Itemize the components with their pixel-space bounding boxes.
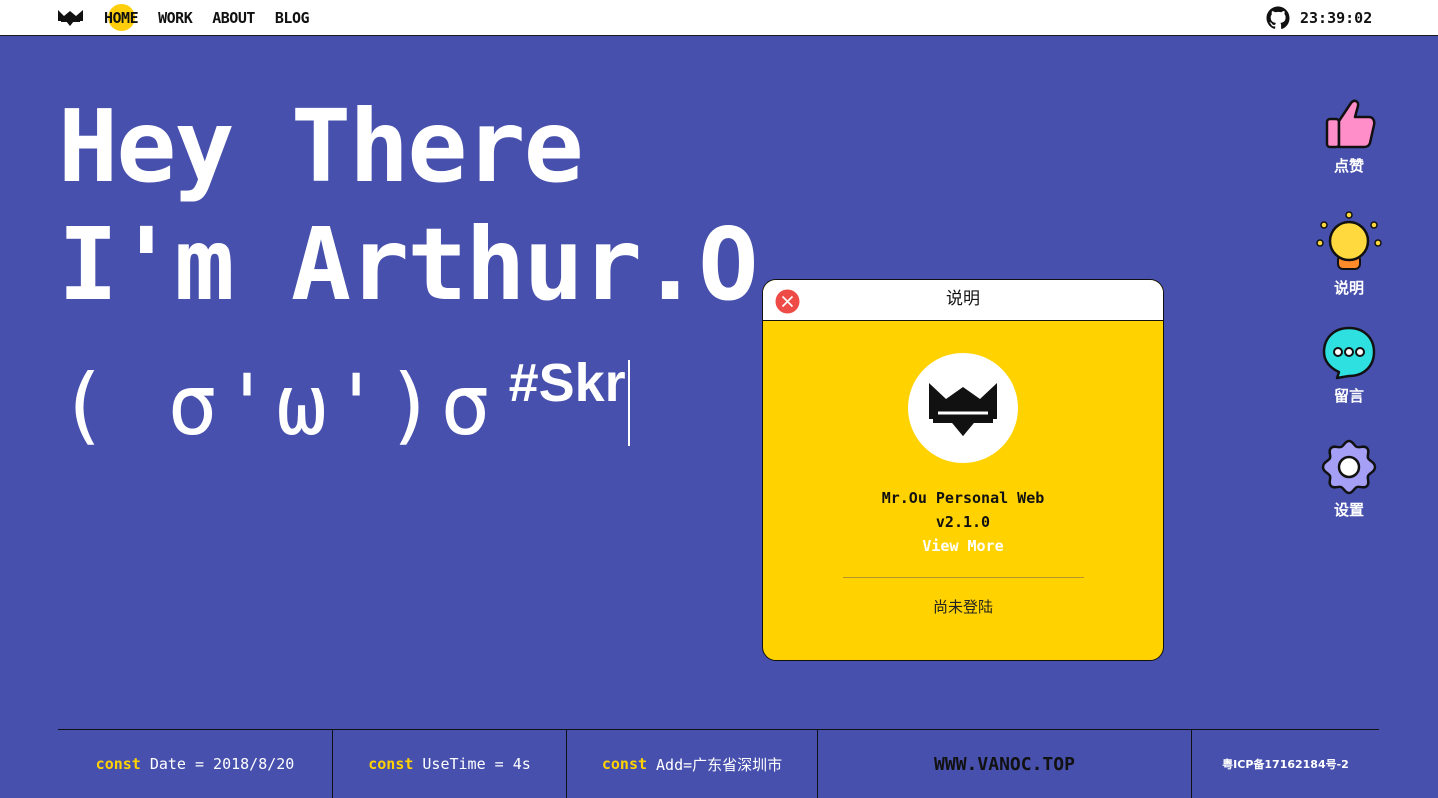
kaomoji: ( σ'ω')σ — [58, 356, 495, 454]
dialog-header: 说明 — [763, 280, 1163, 321]
nav-item-work[interactable]: WORK — [158, 9, 193, 27]
side-item-settings[interactable]: 设置 — [1316, 439, 1382, 553]
nav-item-label: WORK — [158, 9, 193, 27]
footer-icp: 粤ICP备17162184号-2 — [1192, 730, 1379, 798]
text-caret — [627, 360, 630, 446]
site-name: Mr.Ou Personal Web — [881, 489, 1045, 507]
usetime-text: UseTime = 4s — [422, 755, 531, 773]
login-status[interactable]: 尚未登陆 — [763, 596, 1163, 617]
divider — [843, 577, 1084, 578]
const-keyword: const — [368, 755, 414, 773]
hero-line-3: ( σ'ω')σ #Skr — [58, 324, 756, 464]
address-text: Add=广东省深圳市 — [656, 755, 783, 774]
view-more-link[interactable]: View More — [763, 537, 1163, 555]
side-item-label: 设置 — [1333, 501, 1364, 519]
nav-item-blog[interactable]: BLOG — [274, 9, 310, 27]
icp-license-link[interactable]: 粤ICP备17162184号-2 — [1222, 756, 1349, 772]
close-icon[interactable] — [775, 289, 800, 314]
const-keyword: const — [95, 755, 141, 773]
gear-icon — [1321, 439, 1377, 495]
side-item-message[interactable]: 留言 — [1316, 325, 1382, 439]
bat-logo-icon[interactable] — [58, 8, 83, 28]
thumbs-up-icon — [1325, 99, 1376, 149]
site-url-link[interactable]: WWW.VANOC.TOP — [934, 754, 1075, 775]
nav-item-label: HOME — [104, 9, 139, 27]
date-text: Date = 2018/8/20 — [149, 755, 295, 773]
hero-line-2: I'm Arthur.O — [58, 206, 758, 323]
side-item-label: 留言 — [1333, 387, 1364, 405]
avatar — [908, 353, 1018, 463]
footer: const Date = 2018/8/20 const UseTime = 4… — [58, 729, 1379, 798]
hero-text: Hey There I'm Arthur.O ( σ'ω')σ #Skr — [58, 88, 758, 464]
footer-address: const Add=广东省深圳市 — [567, 730, 818, 798]
bat-logo-icon — [929, 383, 997, 437]
nav-item-label: BLOG — [274, 9, 310, 27]
clock: 23:39:02 — [1300, 9, 1373, 27]
footer-date: const Date = 2018/8/20 — [58, 730, 333, 798]
side-item-like[interactable]: 点赞 — [1316, 97, 1382, 211]
chat-bubble-icon — [1322, 326, 1376, 380]
footer-usetime: const UseTime = 4s — [333, 730, 567, 798]
dialog-title: 说明 — [946, 289, 980, 309]
const-keyword: const — [601, 755, 648, 773]
main-nav: HOME WORK ABOUT BLOG — [104, 0, 329, 36]
lightbulb-icon — [1316, 211, 1382, 270]
top-nav-bar: HOME WORK ABOUT BLOG 23:39:02 — [0, 0, 1438, 36]
side-item-info[interactable]: 说明 — [1316, 211, 1382, 325]
side-item-label: 点赞 — [1333, 157, 1364, 175]
nav-item-about[interactable]: ABOUT — [212, 9, 255, 27]
footer-site: WWW.VANOC.TOP — [818, 730, 1192, 798]
info-dialog: 说明 Mr.Ou Personal Web v2.1.0 View More 尚… — [762, 279, 1164, 661]
nav-item-home[interactable]: HOME — [104, 4, 139, 31]
side-menu: 点赞 说明 留言 设置 — [1316, 97, 1382, 553]
hero-line-1: Hey There — [58, 88, 584, 205]
typing-tag: #Skr — [508, 353, 626, 413]
nav-item-label: ABOUT — [212, 9, 255, 27]
version-label: v2.1.0 — [935, 513, 991, 531]
side-item-label: 说明 — [1333, 279, 1364, 297]
github-icon[interactable] — [1266, 6, 1290, 30]
